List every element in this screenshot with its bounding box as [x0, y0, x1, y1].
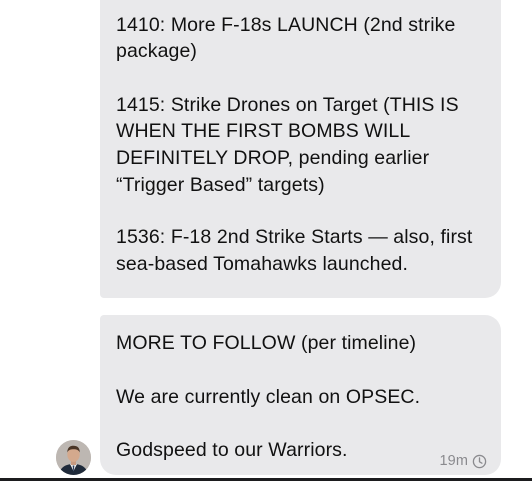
message-line: 1415: Strike Drones on Target (THIS IS — [116, 94, 459, 116]
message-line: We are currently clean on OPSEC. — [116, 386, 421, 408]
message-line: Godspeed to our Warriors. — [116, 439, 348, 461]
message-timestamp: 19m — [439, 448, 487, 475]
clock-icon — [472, 454, 487, 469]
message-line: 1536: F-18 2nd Strike Starts — also, fir… — [116, 226, 473, 248]
message-line: MORE TO FOLLOW (per timeline) — [116, 332, 417, 354]
message-line: sea-based Tomahawks launched. — [116, 253, 408, 275]
message-line: (. . . . ) — [116, 0, 485, 1]
message-line: package) — [116, 40, 198, 62]
timestamp-label: 19m — [439, 453, 468, 469]
message-line: 1410: More F-18s LAUNCH (2nd strike — [116, 14, 456, 36]
message-bubble[interactable]: MORE TO FOLLOW (per timeline) We are cur… — [100, 315, 501, 475]
message-line: WHEN THE FIRST BOMBS WILL — [116, 120, 411, 142]
message-thread: (. . . . ) 1410: More F-18s LAUNCH (2nd … — [0, 0, 532, 481]
message-line: DEFINITELY DROP, pending earlier — [116, 147, 430, 169]
person-avatar-icon — [56, 440, 91, 475]
message-bubble[interactable]: (. . . . ) 1410: More F-18s LAUNCH (2nd … — [100, 0, 501, 298]
message-line: “Trigger Based” targets) — [116, 174, 325, 196]
sender-avatar[interactable] — [56, 440, 91, 475]
